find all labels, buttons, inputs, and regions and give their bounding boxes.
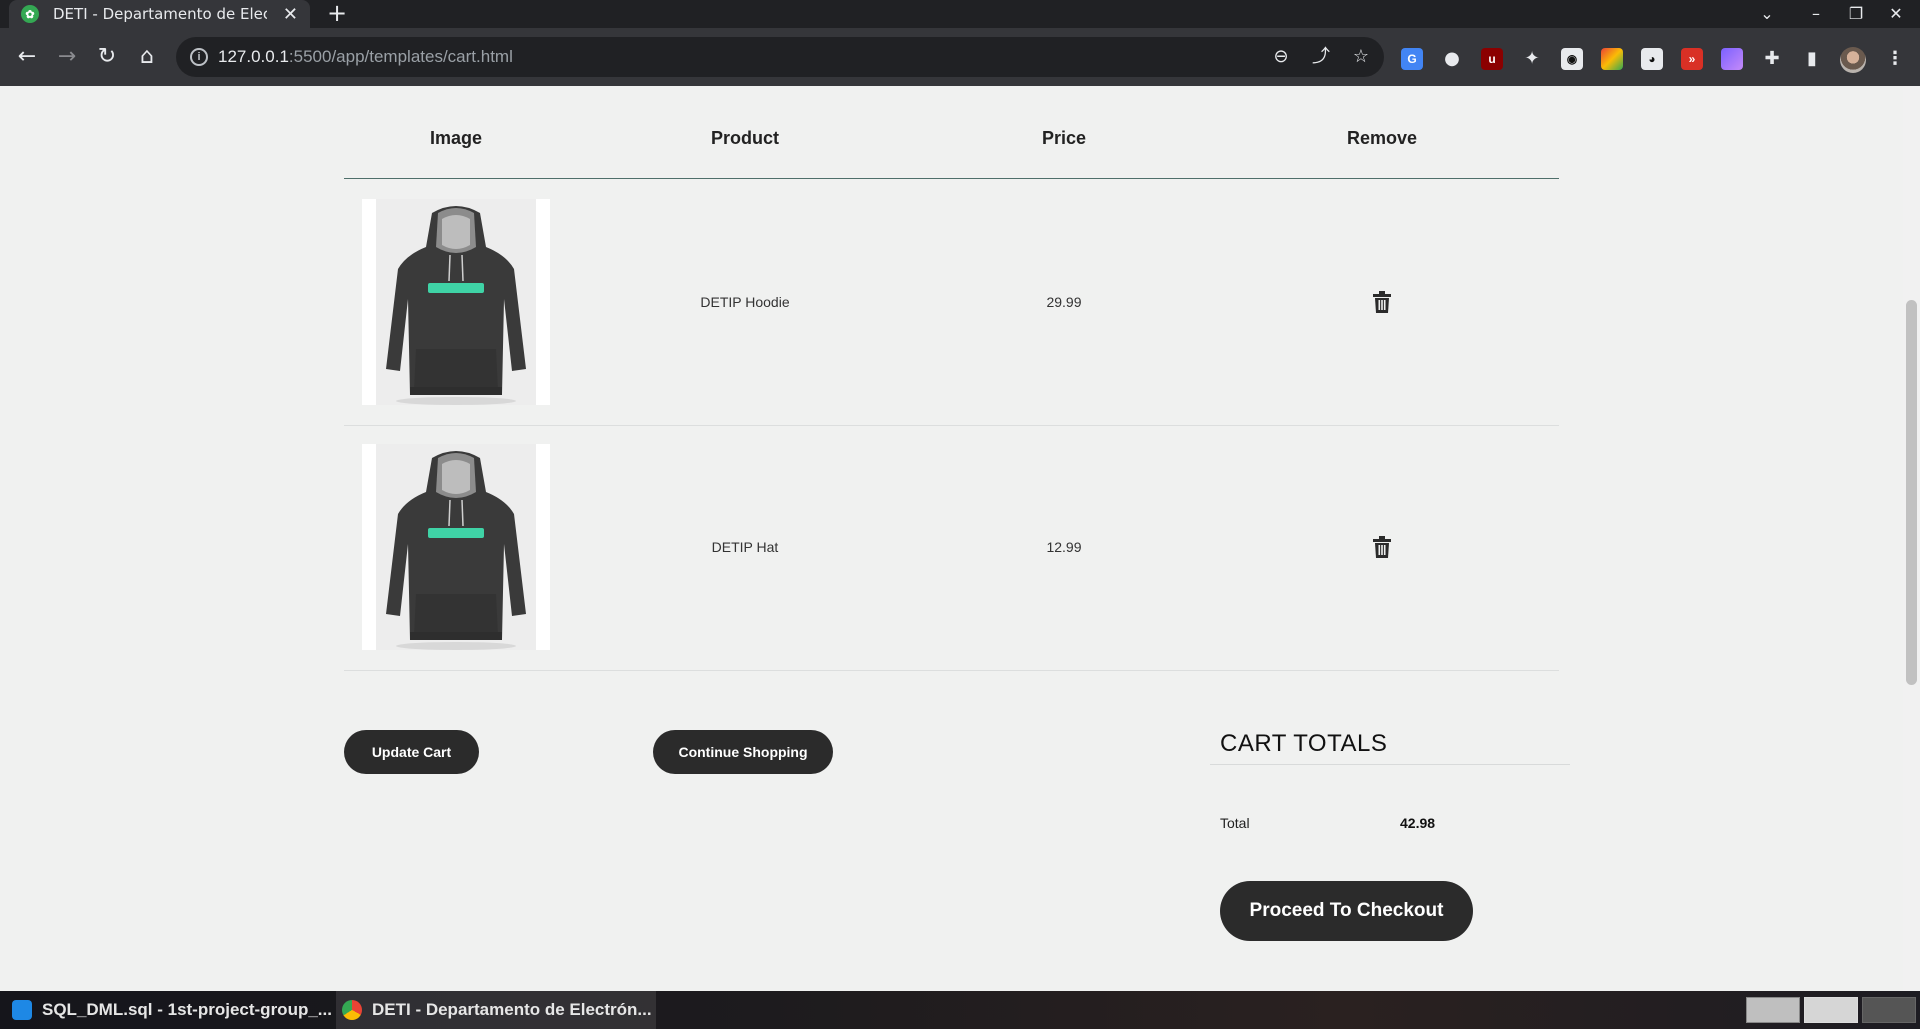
product-image — [362, 199, 550, 405]
trash-icon[interactable] — [1372, 291, 1392, 313]
proceed-to-checkout-button[interactable]: Proceed To Checkout — [1220, 881, 1473, 941]
product-price: 12.99 — [1046, 539, 1082, 555]
extensions-puzzle-icon[interactable]: ✚ — [1761, 48, 1783, 70]
extension-paw-icon[interactable]: ✦ — [1521, 48, 1543, 70]
forward-icon[interactable]: → — [51, 41, 83, 73]
zoom-icon[interactable]: ⊖ — [1268, 44, 1294, 70]
site-info-icon[interactable]: i — [190, 48, 208, 66]
totals-divider — [1210, 764, 1570, 765]
cart-page: Image Product Price Remove DETIP Hoodie … — [0, 86, 1920, 991]
product-name[interactable]: DETIP Hoodie — [695, 294, 795, 310]
total-label: Total — [1220, 815, 1250, 831]
taskbar-app-chrome[interactable]: DETI - Departamento de Electrón... — [336, 991, 656, 1029]
menu-kebab-icon[interactable]: ⋮ — [1884, 48, 1906, 70]
header-product: Product — [710, 128, 779, 148]
extension-panda-icon[interactable]: ◕ — [1641, 48, 1663, 70]
reload-icon[interactable]: ↻ — [91, 41, 123, 73]
update-cart-button[interactable]: Update Cart — [344, 730, 479, 774]
extension-red-icon[interactable]: » — [1681, 48, 1703, 70]
new-tab-icon[interactable]: + — [325, 0, 349, 28]
back-icon[interactable]: ← — [11, 41, 43, 73]
workspace-2[interactable] — [1804, 997, 1858, 1023]
browser-tab-strip: ✿ DETI - Departamento de Electrónica ✕ +… — [0, 0, 1920, 28]
extension-ghost-icon[interactable]: ● — [1441, 48, 1463, 70]
chrome-icon — [342, 1000, 362, 1020]
side-panel-icon[interactable]: ▮ — [1801, 48, 1823, 70]
total-value: 42.98 — [1400, 815, 1436, 831]
bookmark-star-icon[interactable]: ☆ — [1348, 44, 1374, 70]
workspace-1[interactable] — [1746, 997, 1800, 1023]
header-remove: Remove — [1346, 128, 1418, 148]
browser-toolbar: ← → ↻ ⌂ i 127.0.0.1:5500/app/templates/c… — [0, 28, 1920, 86]
taskbar-app-label: DETI - Departamento de Electrón... — [372, 1000, 652, 1019]
page-scrollbar[interactable] — [1903, 86, 1920, 991]
continue-shopping-button[interactable]: Continue Shopping — [653, 730, 833, 774]
share-icon[interactable]: ⤴ — [1308, 44, 1334, 70]
home-icon[interactable]: ⌂ — [131, 41, 163, 73]
url-text[interactable]: 127.0.0.1:5500/app/templates/cart.html — [218, 47, 513, 67]
close-tab-icon[interactable]: ✕ — [283, 4, 298, 25]
product-name[interactable]: DETIP Hat — [695, 539, 795, 555]
trash-icon[interactable] — [1372, 536, 1392, 558]
row-divider — [344, 670, 1559, 671]
workspace-3[interactable] — [1862, 997, 1916, 1023]
extension-color-icon[interactable] — [1601, 48, 1623, 70]
product-image — [362, 444, 550, 650]
minimize-icon[interactable]: – — [1796, 0, 1836, 28]
hoodie-image — [386, 206, 526, 405]
product-price: 29.99 — [1046, 294, 1082, 310]
tab-title: DETI - Departamento de Electrónica — [53, 5, 267, 23]
extension-glasses-icon[interactable]: ◉ — [1561, 48, 1583, 70]
taskbar-app-vscode[interactable]: SQL_DML.sql - 1st-project-group_... — [8, 991, 332, 1029]
vscode-icon — [12, 1000, 32, 1020]
header-image: Image — [430, 128, 483, 148]
browser-tab[interactable]: ✿ DETI - Departamento de Electrónica ✕ — [9, 0, 310, 28]
taskbar-app-label: SQL_DML.sql - 1st-project-group_... — [42, 1000, 332, 1019]
row-divider — [344, 425, 1559, 426]
tab-search-icon[interactable]: ⌄ — [1747, 0, 1787, 28]
restore-icon[interactable]: ❐ — [1836, 0, 1876, 28]
profile-avatar[interactable] — [1840, 47, 1866, 73]
header-divider — [344, 178, 1559, 179]
scrollbar-thumb[interactable] — [1906, 300, 1917, 685]
hoodie-image — [386, 451, 526, 650]
os-taskbar: SQL_DML.sql - 1st-project-group_... DETI… — [0, 991, 1920, 1029]
translate-extension-icon[interactable]: G — [1401, 48, 1423, 70]
cart-totals-title: CART TOTALS — [1220, 730, 1388, 757]
deti-favicon-icon: ✿ — [21, 5, 39, 23]
address-bar[interactable]: i 127.0.0.1:5500/app/templates/cart.html… — [176, 37, 1384, 77]
ublock-extension-icon[interactable]: u — [1481, 48, 1503, 70]
extension-purple-icon[interactable] — [1721, 48, 1743, 70]
close-window-icon[interactable]: ✕ — [1876, 0, 1916, 28]
header-price: Price — [1041, 128, 1087, 148]
